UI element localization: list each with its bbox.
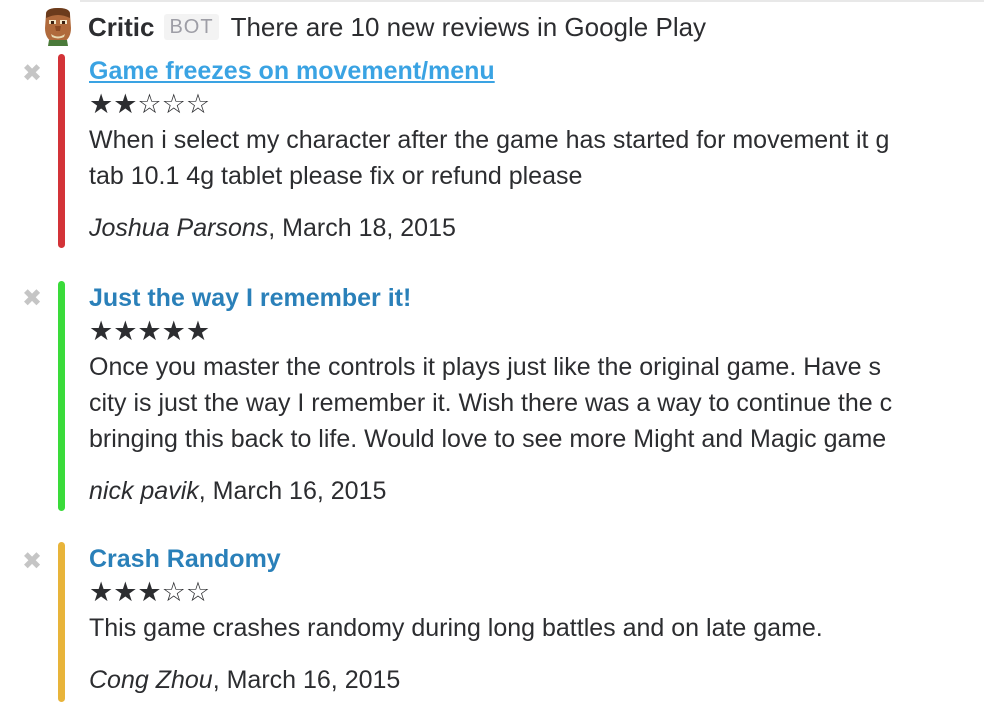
dismiss-icon[interactable]: ✖ — [22, 287, 42, 311]
star-rating: ★★☆☆☆ — [89, 89, 211, 120]
review-text-line: Once you master the controls it plays ju… — [89, 353, 882, 381]
review-date: , March 18, 2015 — [268, 214, 456, 242]
review-footer: nick pavik, March 16, 2015 — [89, 473, 984, 509]
star-rating: ★★★☆☆ — [89, 577, 211, 608]
message-header: Critic BOT There are 10 new reviews in Goo… — [88, 10, 706, 44]
bot-badge: BOT — [164, 14, 219, 40]
review-attachment: ✖ Crash Randomy ★★★☆☆ This game crashes … — [0, 542, 984, 702]
review-text-line: city is just the way I remember it. Wish… — [89, 389, 893, 417]
doom-guy-face-icon — [40, 6, 76, 46]
review-author: Cong Zhou — [89, 666, 213, 694]
review-title-link[interactable]: Just the way I remember it! — [89, 281, 984, 315]
review-attachment: ✖ Game freezes on movement/menu ★★☆☆☆ Wh… — [0, 54, 984, 254]
review-title-link[interactable]: Game freezes on movement/menu — [89, 54, 984, 88]
dismiss-icon[interactable]: ✖ — [22, 550, 42, 574]
review-attachment: ✖ Just the way I remember it! ★★★★★ Once… — [0, 281, 984, 513]
dismiss-icon[interactable]: ✖ — [22, 62, 42, 86]
review-author: Joshua Parsons — [89, 214, 269, 242]
review-date: , March 16, 2015 — [198, 477, 387, 505]
review-footer: Joshua Parsons, March 18, 2015 — [89, 210, 984, 246]
avatar[interactable] — [40, 6, 76, 46]
star-rating: ★★★★★ — [89, 316, 211, 347]
review-content: Game freezes on movement/menu ★★☆☆☆ When… — [89, 54, 984, 246]
review-text-line: tab 10.1 4g tablet please fix or refund … — [89, 162, 583, 190]
rating-color-bar — [58, 542, 65, 702]
message-text: There are 10 new reviews in Google Play — [230, 12, 707, 42]
review-date: , March 16, 2015 — [212, 666, 401, 694]
rating-color-bar — [58, 281, 65, 511]
review-content: Just the way I remember it! ★★★★★ Once y… — [89, 281, 984, 509]
review-footer: Cong Zhou, March 16, 2015 — [89, 662, 984, 698]
rating-color-bar — [58, 54, 65, 248]
bot-message: Critic BOT There are 10 new reviews in Goo… — [0, 0, 984, 712]
review-text-line: This game crashes randomy during long ba… — [89, 614, 823, 642]
sender-name[interactable]: Critic — [88, 12, 154, 42]
review-author: nick pavik — [89, 477, 199, 505]
review-title-link[interactable]: Crash Randomy — [89, 542, 984, 576]
review-content: Crash Randomy ★★★☆☆ This game crashes ra… — [89, 542, 984, 698]
review-text-line: When i select my character after the gam… — [89, 126, 890, 154]
review-text-line: bringing this back to life. Would love t… — [89, 425, 887, 453]
